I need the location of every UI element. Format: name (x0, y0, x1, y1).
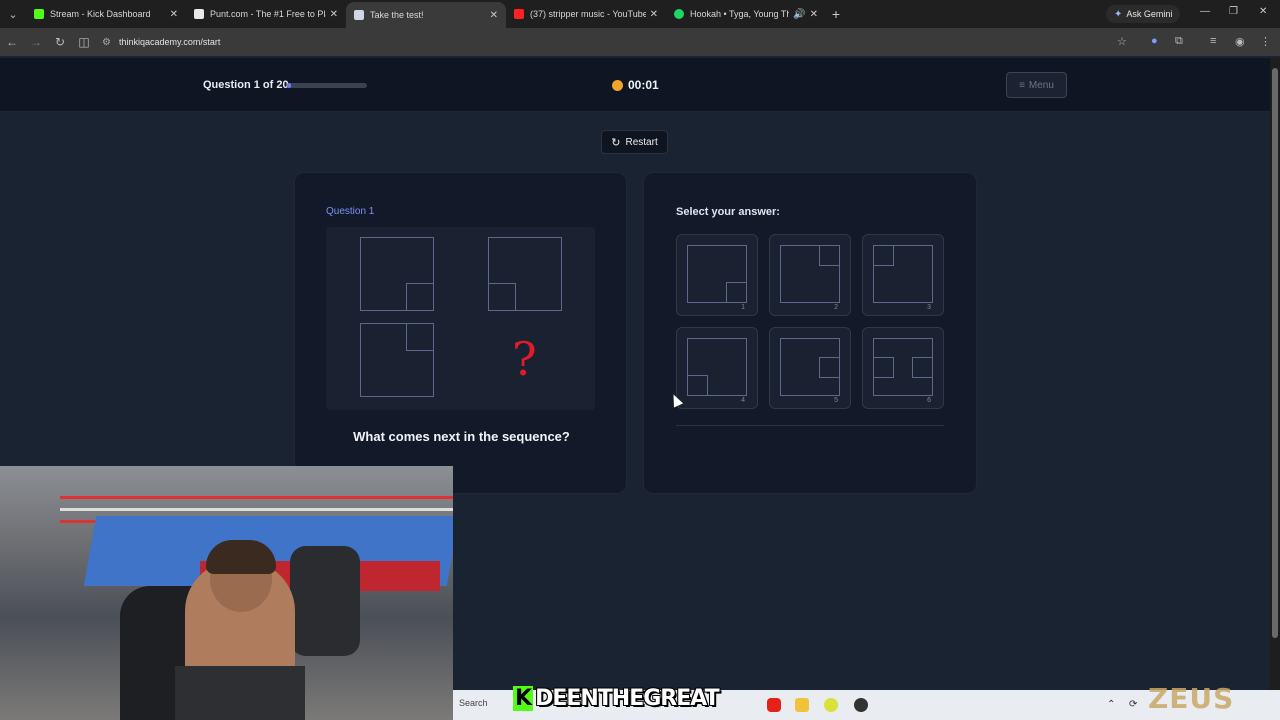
answer-option-3[interactable]: 3 (862, 234, 944, 316)
option-number: 3 (927, 304, 931, 311)
quiz-header: Question 1 of 20 00:01 ≡ Menu (0, 58, 1270, 112)
minimize-icon[interactable]: — (1200, 6, 1210, 17)
bookmark-star-icon[interactable]: ☆ (1117, 35, 1127, 48)
site-info-icon[interactable]: ⚙ (102, 37, 111, 48)
tab-spotify[interactable]: Hookah • Tyga, Young Thug 🔊 ✕ (666, 0, 826, 28)
answer-title: Select your answer: (676, 206, 780, 218)
sponsor-logo: ZEUS (1148, 682, 1235, 715)
close-tab-icon[interactable]: ✕ (650, 9, 658, 20)
restart-button[interactable]: ↻ Restart (601, 130, 668, 154)
timer-value: 00:01 (628, 78, 659, 92)
file-explorer-icon[interactable] (795, 698, 809, 712)
address-bar: ← → ↻ ◫ ⚙ thinkiqacademy.com/start (0, 28, 1280, 56)
tab-title: (37) stripper music - YouTube (530, 9, 646, 19)
more-menu-icon[interactable]: ⋮ (1260, 35, 1271, 48)
split-view-icon[interactable]: ◫ (72, 35, 96, 49)
progress-fill (287, 83, 291, 88)
close-tab-icon[interactable]: ✕ (810, 9, 818, 20)
clock-icon (612, 79, 623, 91)
question-counter: Question 1 of 20 (203, 79, 289, 91)
pattern-matrix: ? (326, 227, 595, 410)
ring-ropes (60, 496, 453, 499)
youtube-app-icon[interactable] (767, 698, 781, 712)
close-tab-icon[interactable]: ✕ (170, 9, 178, 20)
answer-card: Select your answer: 1 2 3 4 5 6 (643, 172, 977, 494)
page-icon (354, 10, 364, 20)
tray-chevron-icon[interactable]: ⌃ (1107, 699, 1115, 710)
timer: 00:01 (612, 78, 659, 92)
tab-title: Stream - Kick Dashboard (50, 9, 151, 19)
tab-punt[interactable]: Punt.com - The #1 Free to Play ✕ (186, 0, 346, 28)
ask-gemini-button[interactable]: ✦ Ask Gemini (1106, 5, 1181, 23)
tab-kick[interactable]: Stream - Kick Dashboard ✕ (26, 0, 186, 28)
spotify-icon (674, 9, 684, 19)
ask-gemini-label: Ask Gemini (1126, 9, 1173, 19)
option-number: 4 (741, 397, 745, 404)
webcam-overlay (0, 466, 453, 720)
tab-search-chevron-icon[interactable]: ⌄ (0, 0, 26, 28)
divider (676, 425, 944, 426)
hamburger-icon: ≡ (1019, 79, 1025, 91)
progress-bar (287, 83, 367, 88)
matrix-cell (488, 237, 562, 311)
url-text: thinkiqacademy.com/start (118, 37, 221, 47)
gemini-sparkle-icon: ✦ (1114, 8, 1123, 20)
restore-icon[interactable]: ❐ (1229, 6, 1238, 17)
tab-take-the-test[interactable]: Take the test! ✕ (346, 2, 506, 28)
tab-title: Punt.com - The #1 Free to Play (210, 9, 326, 19)
option-number: 6 (927, 397, 931, 404)
new-tab-button[interactable]: + (826, 6, 846, 22)
option-number: 5 (834, 397, 838, 404)
extension-icon[interactable]: ● (1151, 35, 1158, 47)
app-icon[interactable] (824, 698, 838, 712)
restart-icon: ↻ (611, 136, 621, 149)
extensions-puzzle-icon[interactable]: ⧉ (1175, 35, 1183, 48)
menu-label: Menu (1028, 79, 1054, 91)
youtube-icon (514, 9, 524, 19)
tab-title: Take the test! (370, 10, 424, 20)
punt-icon (194, 9, 204, 19)
reload-icon[interactable]: ↻ (48, 35, 72, 49)
tab-title: Hookah • Tyga, Young Thug (690, 9, 790, 19)
streamer-pants (175, 666, 305, 720)
profile-icon[interactable]: ◉ (1235, 35, 1245, 48)
media-controls-icon[interactable]: ≡ (1210, 35, 1216, 47)
menu-button[interactable]: ≡ Menu (1006, 72, 1067, 98)
forward-icon[interactable]: → (24, 35, 48, 49)
tab-bar: ⌄ Stream - Kick Dashboard ✕ Punt.com - T… (0, 0, 1280, 28)
kick-logo-icon: K (513, 685, 534, 711)
matrix-cell (360, 237, 434, 311)
restart-label: Restart (625, 136, 658, 148)
question-card: Question 1 ? What comes next in the sequ… (294, 172, 627, 494)
missing-piece-mark: ? (512, 332, 537, 386)
answer-option-2[interactable]: 2 (769, 234, 851, 316)
url-field[interactable]: ⚙ thinkiqacademy.com/start (102, 37, 220, 48)
answer-option-5[interactable]: 5 (769, 327, 851, 409)
tab-youtube[interactable]: (37) stripper music - YouTube ✕ (506, 0, 666, 28)
page-scrollbar[interactable] (1270, 58, 1280, 690)
tray-sync-icon[interactable]: ⟳ (1129, 699, 1137, 710)
streamer-name: DEENTHEGREAT (535, 685, 720, 711)
answer-option-6[interactable]: 6 (862, 327, 944, 409)
question-label: Question 1 (326, 206, 375, 217)
close-tab-icon[interactable]: ✕ (490, 10, 498, 21)
option-number: 1 (741, 304, 745, 311)
matrix-cell (360, 323, 434, 397)
gaming-chair (290, 546, 360, 656)
back-icon[interactable]: ← (0, 35, 24, 49)
scrollbar-thumb[interactable] (1272, 68, 1278, 638)
streamer-watermark: K DEENTHEGREAT (513, 685, 720, 711)
question-prompt: What comes next in the sequence? (353, 429, 570, 444)
close-tab-icon[interactable]: ✕ (330, 9, 338, 20)
kick-icon (34, 9, 44, 19)
answer-option-4[interactable]: 4 (676, 327, 758, 409)
answer-option-1[interactable]: 1 (676, 234, 758, 316)
streamer-hair (206, 540, 276, 574)
taskbar-search[interactable]: Search (459, 698, 488, 708)
speaker-icon[interactable]: 🔊 (793, 9, 805, 20)
option-number: 2 (834, 304, 838, 311)
obs-icon[interactable] (854, 698, 868, 712)
close-window-icon[interactable]: ✕ (1259, 6, 1267, 17)
